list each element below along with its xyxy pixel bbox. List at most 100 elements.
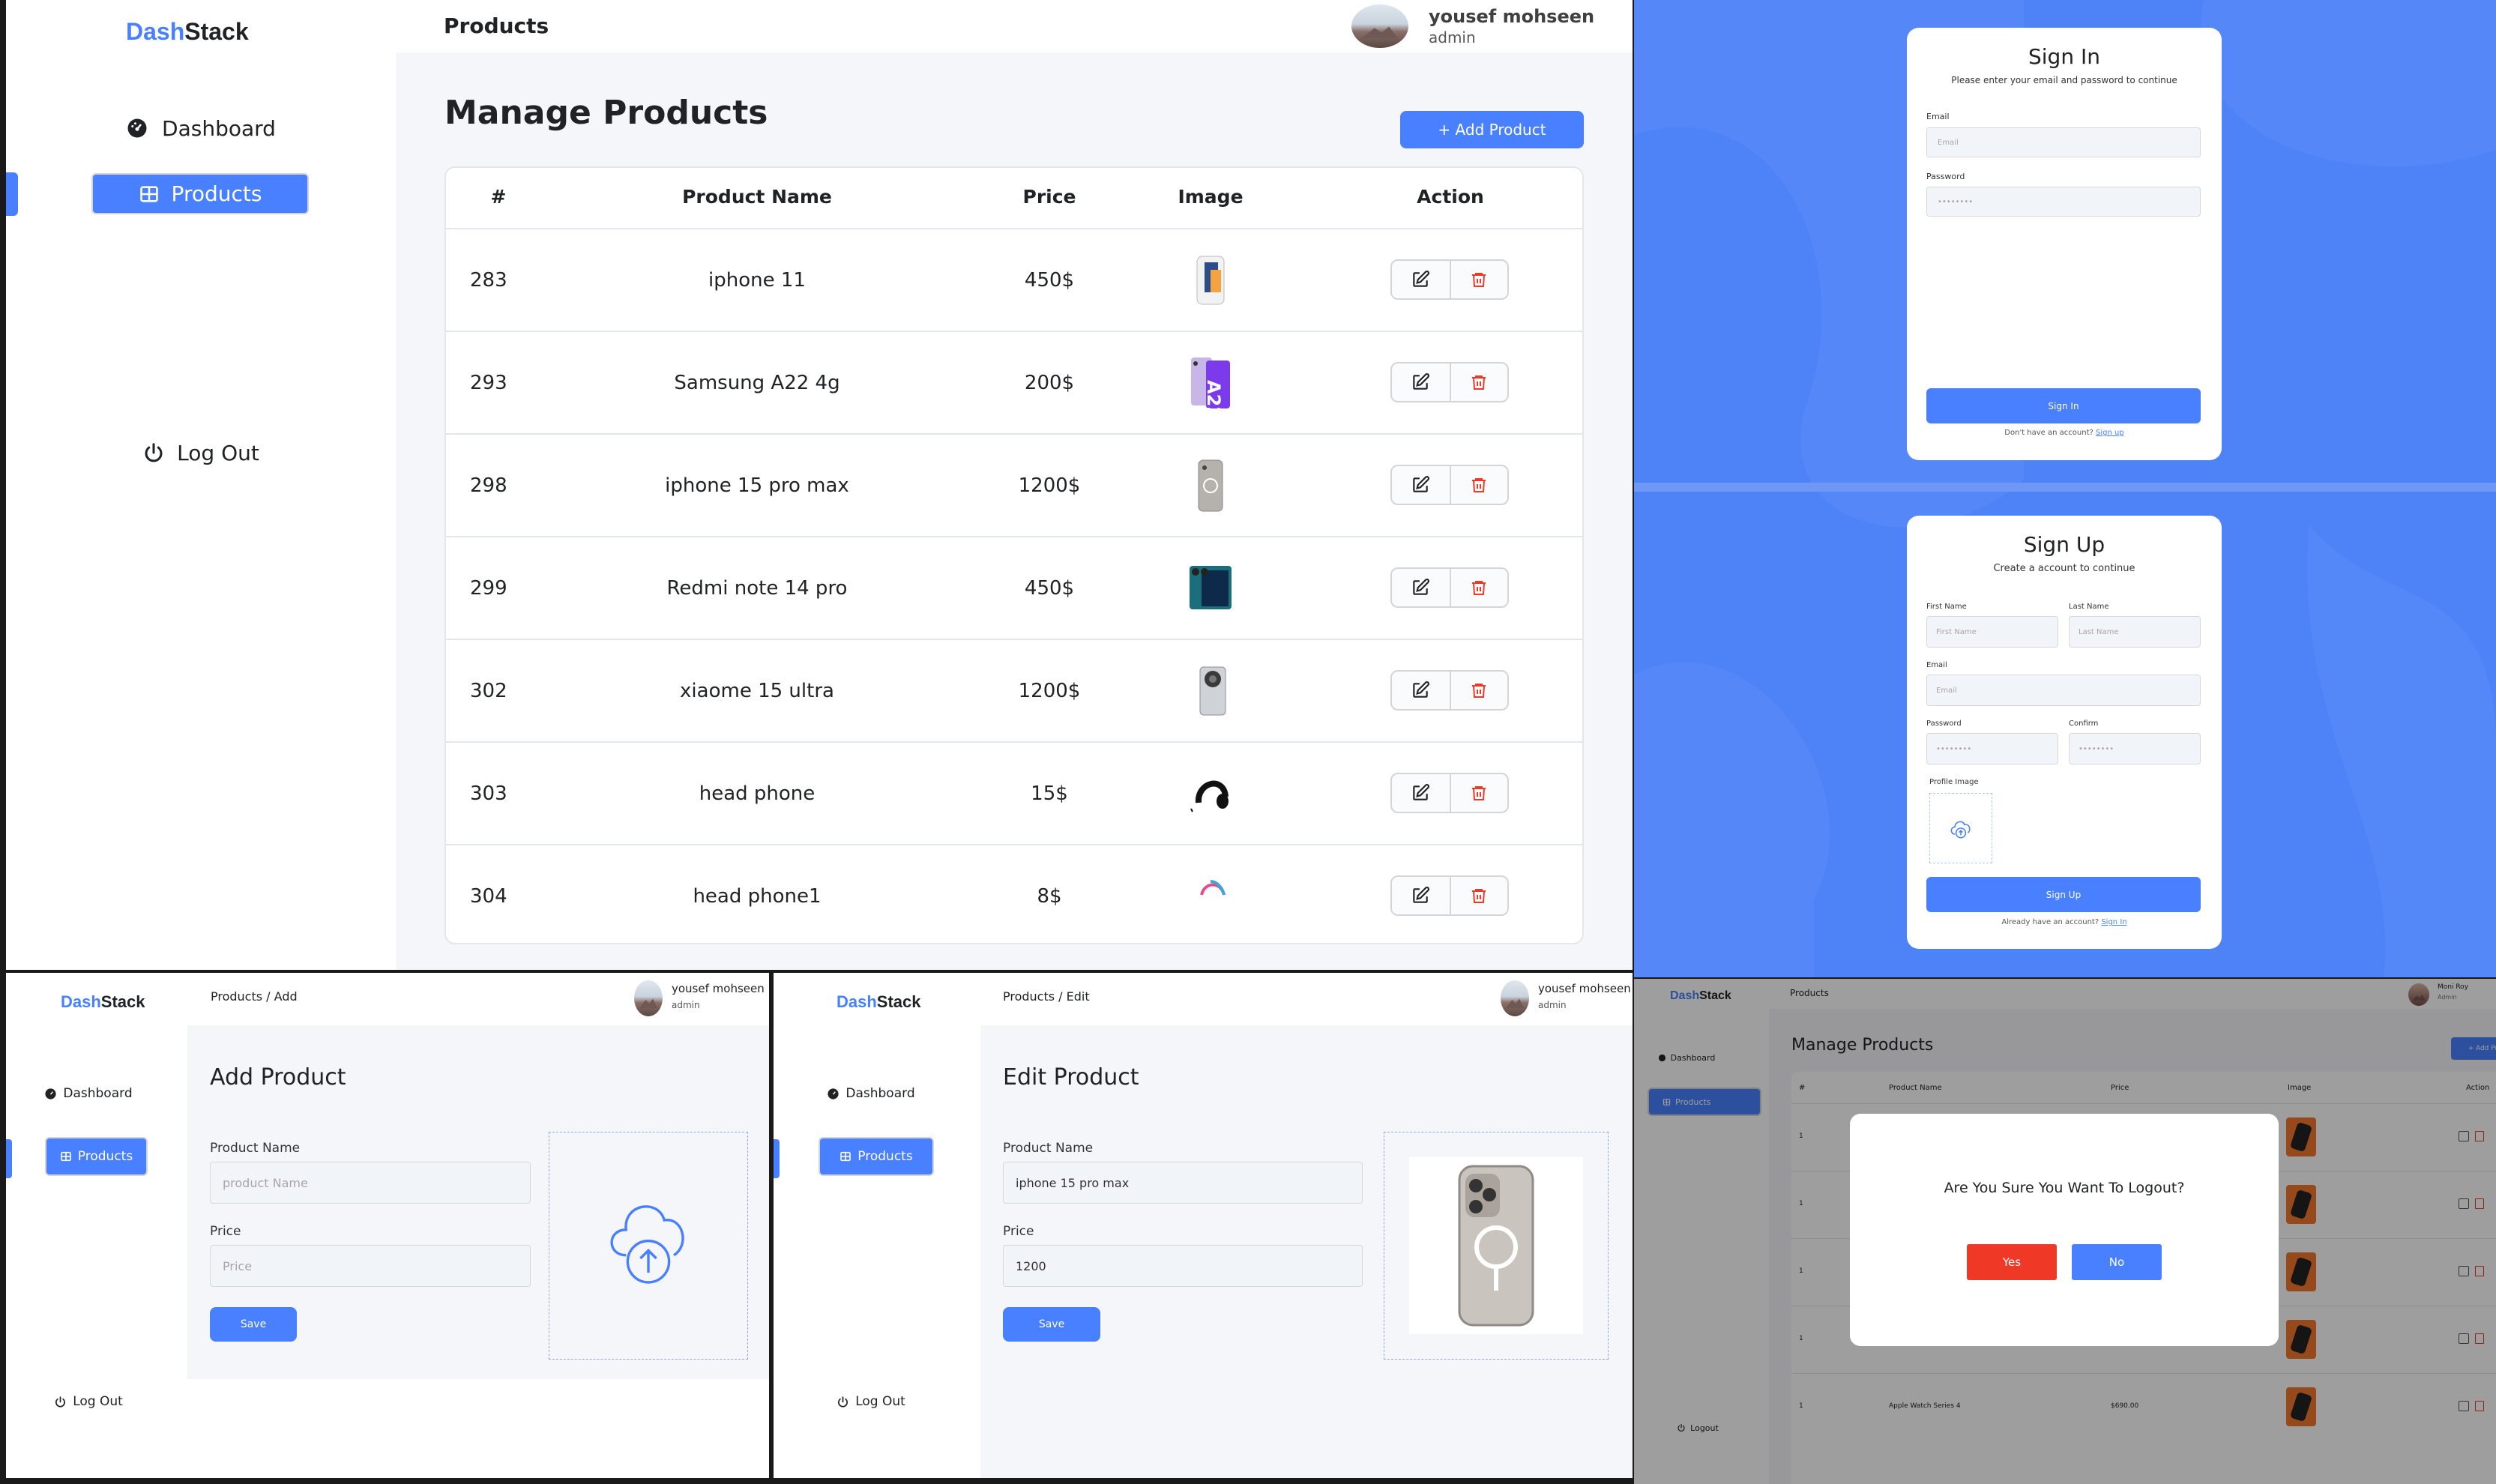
product-name-field[interactable]: iphone 15 pro max bbox=[1003, 1162, 1363, 1204]
signup-card: Sign Up Create a account to continue Fir… bbox=[1907, 516, 2222, 949]
signup-email-field[interactable]: Email bbox=[1926, 675, 2201, 706]
topbar: Products / Edit yousef mohseen admin bbox=[980, 973, 1633, 1025]
image-upload-box[interactable] bbox=[1384, 1132, 1609, 1360]
image-upload-box[interactable] bbox=[549, 1132, 748, 1360]
email-field[interactable]: Email bbox=[1926, 127, 2201, 157]
delete-button[interactable] bbox=[1449, 364, 1507, 401]
active-indicator bbox=[6, 172, 18, 216]
edit-button[interactable] bbox=[1392, 672, 1450, 709]
delete-button[interactable] bbox=[1449, 877, 1507, 914]
email-label: Email bbox=[1926, 112, 1950, 121]
table-header-name: Product Name bbox=[682, 186, 832, 208]
signin-footer: Don't have an account? Sign up bbox=[2004, 429, 2124, 437]
edit-icon bbox=[1413, 476, 1430, 492]
cloud-upload-icon bbox=[610, 1205, 684, 1284]
iphone-15-pro-max-image bbox=[1458, 1165, 1534, 1327]
breadcrumb: Products / Add bbox=[211, 989, 298, 1004]
signup-button[interactable]: Sign Up bbox=[1926, 877, 2201, 912]
signin-link[interactable]: Sign In bbox=[2101, 918, 2126, 926]
save-button[interactable]: Save bbox=[210, 1307, 297, 1342]
last-name-field[interactable]: Last Name bbox=[2069, 616, 2201, 648]
product-name-field[interactable]: product Name bbox=[210, 1162, 531, 1204]
signin-subtitle: Please enter your email and password to … bbox=[1951, 75, 2177, 85]
row-actions bbox=[1390, 875, 1509, 916]
row-image bbox=[1158, 435, 1263, 536]
table-row: 302 xiaome 15 ultra 1200$ bbox=[446, 639, 1582, 741]
cloud-upload-icon bbox=[1950, 821, 1971, 839]
delete-button[interactable] bbox=[1449, 672, 1507, 709]
price-label: Price bbox=[1003, 1224, 1034, 1239]
avatar[interactable] bbox=[1351, 4, 1408, 48]
user-role: admin bbox=[672, 1000, 700, 1010]
row-name: Samsung A22 4g bbox=[674, 371, 840, 394]
avatar[interactable] bbox=[634, 980, 663, 1016]
table-row: 283 iphone 11 450$ bbox=[446, 228, 1582, 331]
row-id: 283 bbox=[470, 268, 507, 292]
user-role: admin bbox=[1429, 28, 1476, 46]
row-name: iphone 11 bbox=[708, 268, 806, 292]
logout-button[interactable]: Log Out bbox=[36, 1390, 141, 1413]
delete-button[interactable] bbox=[1449, 774, 1507, 812]
table-row: 298 iphone 15 pro max 1200$ bbox=[446, 433, 1582, 536]
no-button[interactable]: No bbox=[2072, 1244, 2162, 1280]
logout-button[interactable]: Log Out bbox=[92, 433, 310, 472]
profile-image-upload[interactable] bbox=[1929, 793, 1992, 863]
brand-logo: DashStack bbox=[61, 992, 145, 1011]
trash-icon bbox=[1472, 684, 1486, 698]
brand-logo: DashStack bbox=[836, 992, 921, 1011]
edit-icon bbox=[1413, 784, 1430, 800]
sidebar: DashStack Dashboard Products Log Out bbox=[6, 0, 396, 970]
sidebar-item-products[interactable]: Products bbox=[91, 173, 309, 214]
avatar[interactable] bbox=[1501, 980, 1529, 1016]
save-button[interactable]: Save bbox=[1003, 1307, 1100, 1342]
price-field[interactable]: Price bbox=[210, 1245, 531, 1287]
table-row: 304 head phone1 8$ bbox=[446, 844, 1582, 947]
logout-modal: Are You Sure You Want To Logout? Yes No bbox=[1850, 1114, 2279, 1346]
add-product-screen: DashStack Dashboard Products Log Out Pro… bbox=[6, 973, 769, 1478]
yes-button[interactable]: Yes bbox=[1967, 1244, 2057, 1280]
logout-confirm-screen: DashStack Dashboard Products Logout Prod… bbox=[1634, 979, 2496, 1484]
edit-button[interactable] bbox=[1392, 774, 1450, 812]
product-image-preview bbox=[1409, 1157, 1583, 1334]
topbar: Products yousef mohseen admin bbox=[396, 0, 1633, 52]
edit-button[interactable] bbox=[1392, 261, 1450, 298]
confirm-field[interactable]: •••••••• bbox=[2069, 733, 2201, 764]
edit-button[interactable] bbox=[1392, 877, 1450, 914]
sidebar-item-dashboard[interactable]: Dashboard bbox=[92, 109, 310, 148]
signup-password-field[interactable]: •••••••• bbox=[1926, 733, 2058, 764]
delete-button[interactable] bbox=[1449, 261, 1507, 298]
password-field[interactable]: •••••••• bbox=[1926, 187, 2201, 217]
row-actions bbox=[1390, 259, 1509, 300]
sidebar-item-dashboard[interactable]: Dashboard bbox=[811, 1082, 931, 1105]
row-image: A22 bbox=[1158, 332, 1263, 433]
delete-button[interactable] bbox=[1449, 569, 1507, 606]
sidebar-item-dashboard[interactable]: Dashboard bbox=[36, 1082, 141, 1105]
table-header-action: Action bbox=[1417, 186, 1484, 208]
signin-button[interactable]: Sign In bbox=[1926, 388, 2201, 423]
row-actions bbox=[1390, 362, 1509, 402]
dashboard-gauge-icon bbox=[127, 118, 147, 138]
price-field[interactable]: 1200 bbox=[1003, 1245, 1363, 1287]
add-product-button[interactable]: + Add Product bbox=[1400, 111, 1584, 148]
logout-button[interactable]: Log Out bbox=[811, 1390, 931, 1413]
row-image bbox=[1158, 537, 1263, 639]
first-name-field[interactable]: First Name bbox=[1926, 616, 2058, 648]
edit-product-screen: DashStack Dashboard Products Log Out Pro… bbox=[774, 973, 1633, 1478]
edit-button[interactable] bbox=[1392, 364, 1450, 401]
table-header-price: Price bbox=[1022, 186, 1076, 208]
sidebar-item-products[interactable]: Products bbox=[45, 1137, 148, 1176]
signin-card: Sign In Please enter your email and pass… bbox=[1907, 28, 2222, 460]
sidebar-item-products[interactable]: Products bbox=[819, 1137, 934, 1176]
edit-button[interactable] bbox=[1392, 569, 1450, 606]
power-icon bbox=[145, 443, 163, 462]
delete-button[interactable] bbox=[1449, 466, 1507, 504]
row-price: 1200$ bbox=[1018, 474, 1081, 497]
signup-link[interactable]: Sign up bbox=[2096, 429, 2124, 437]
edit-icon bbox=[1413, 887, 1430, 903]
trash-icon bbox=[1472, 375, 1486, 390]
signup-subtitle: Create a account to continue bbox=[1993, 563, 2135, 574]
brand-logo: DashStack bbox=[126, 18, 249, 45]
row-price: 15$ bbox=[1031, 782, 1068, 805]
edit-button[interactable] bbox=[1392, 466, 1450, 504]
row-id: 293 bbox=[470, 371, 507, 394]
